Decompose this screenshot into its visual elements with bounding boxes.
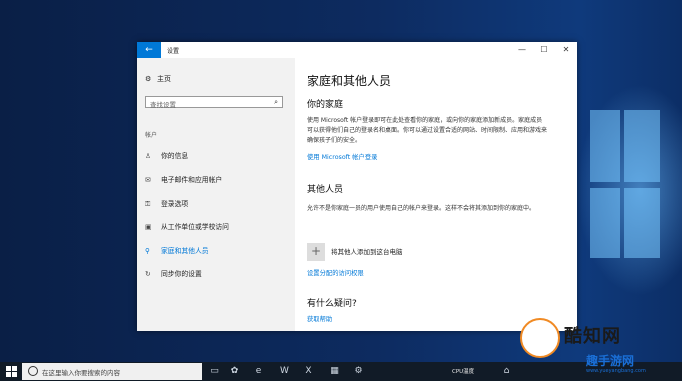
window-title: 设置 (167, 48, 180, 55)
sidebar: ⚙ 主页 查找设置 ⌕ 帐户 ♙ 你的信息 ✉ 电子邮件和应用帐户 ⚿ 登录选项 ▣ 从工… (137, 58, 295, 331)
sidebar-home[interactable]: ⚙ 主页 (145, 74, 171, 84)
sidebar-item-sign-in-options[interactable]: ⚿ 登录选项 (145, 197, 188, 211)
settings-gear-icon[interactable]: ⚙ (352, 365, 365, 378)
add-other-person-button[interactable]: 将其他人添加到这台电脑 (331, 246, 403, 256)
title-bar: ← 设置 — ☐ ✕ (137, 42, 577, 58)
word-icon[interactable]: W (278, 365, 291, 378)
network-icon[interactable]: ⌂ (500, 365, 513, 378)
maximize-button[interactable]: ☐ (533, 42, 555, 58)
watermark-logo: 酷知网 (520, 300, 670, 360)
mail-icon: ✉ (145, 176, 151, 184)
family-icon: ⚲ (145, 247, 150, 255)
sidebar-item-work-school[interactable]: ▣ 从工作单位或学校访问 (145, 220, 229, 234)
windows-start-icon[interactable] (6, 366, 17, 377)
taskbar-search-text: 在这里输入你要搜索的内容 (42, 369, 120, 377)
sidebar-item-label: 电子邮件和应用帐户 (161, 176, 223, 184)
excel-icon[interactable]: X (302, 365, 315, 378)
get-help-link[interactable]: 获取帮助 (307, 314, 332, 323)
family-heading: 你的家庭 (307, 100, 344, 110)
gear-icon: ⚙ (145, 75, 152, 83)
sidebar-item-family[interactable]: ⚲ 家庭和其他人员 (145, 244, 209, 258)
windows-logo-wallpaper (590, 110, 660, 270)
minimize-button[interactable]: — (511, 42, 533, 58)
sidebar-item-label: 你的信息 (161, 152, 189, 160)
taskbar-search-box[interactable]: 在这里输入你要搜索的内容 (22, 363, 202, 380)
microsoft-sign-in-link[interactable]: 使用 Microsoft 帐户登录 (307, 152, 377, 161)
page-title: 家庭和其他人员 (307, 74, 392, 88)
sidebar-item-your-info[interactable]: ♙ 你的信息 (145, 149, 188, 163)
cortana-icon (28, 366, 38, 376)
sidebar-item-label: 从工作单位或学校访问 (161, 223, 229, 231)
sync-icon: ↻ (145, 270, 151, 278)
person-icon: ♙ (145, 152, 152, 160)
sidebar-item-label: 家庭和其他人员 (161, 247, 209, 255)
settings-window: ← 设置 — ☐ ✕ ⚙ 主页 查找设置 ⌕ 帐户 ♙ 你的信息 ✉ 电子邮件和应用帐… (137, 42, 577, 331)
search-icon: ⌕ (274, 98, 278, 106)
watermark-brand: 酷知网 (564, 326, 621, 347)
sidebar-home-label: 主页 (157, 75, 171, 83)
others-description: 允许不是你家庭一员的用户使用自己的帐户来登录。这样不会将其添加到你的家庭中。 (307, 205, 536, 212)
tray-cpu-temp: CPU温度 (452, 369, 475, 375)
taskbar: 在这里输入你要搜索的内容 ▭ ✿ e W X ▦ ⚙ CPU温度 ⌂ (0, 362, 682, 381)
close-button[interactable]: ✕ (555, 42, 577, 58)
sidebar-section-label: 帐户 (145, 132, 158, 139)
sidebar-item-sync[interactable]: ↻ 同步你的设置 (145, 267, 202, 281)
question-heading: 有什么疑问? (307, 299, 357, 309)
search-placeholder: 查找设置 (150, 101, 176, 109)
watermark-sub: 趣手游网 (586, 354, 635, 368)
sidebar-item-email-accounts[interactable]: ✉ 电子邮件和应用帐户 (145, 173, 222, 187)
watermark-circle-icon (520, 318, 560, 358)
app-icon[interactable]: ✿ (228, 365, 241, 378)
briefcase-icon: ▣ (145, 223, 152, 231)
sidebar-item-label: 同步你的设置 (161, 270, 202, 278)
assigned-access-link[interactable]: 设置分配的访问权限 (307, 268, 364, 277)
key-icon: ⚿ (145, 200, 151, 208)
back-button[interactable]: ← (137, 42, 161, 58)
edge-browser-icon[interactable]: e (252, 365, 265, 378)
add-person-icon[interactable]: + (307, 243, 325, 261)
others-heading: 其他人员 (307, 185, 344, 195)
sidebar-item-label: 登录选项 (161, 200, 189, 208)
task-view-icon[interactable]: ▭ (208, 365, 221, 378)
search-input[interactable]: 查找设置 ⌕ (145, 96, 283, 109)
family-description: 使用 Microsoft 帐户登录即可在此处查看你的家庭，或向你的家庭添加新成员… (307, 117, 548, 144)
watermark-url: www.yueyangbang.com (586, 368, 646, 374)
image-viewer-icon[interactable]: ▦ (328, 365, 341, 378)
